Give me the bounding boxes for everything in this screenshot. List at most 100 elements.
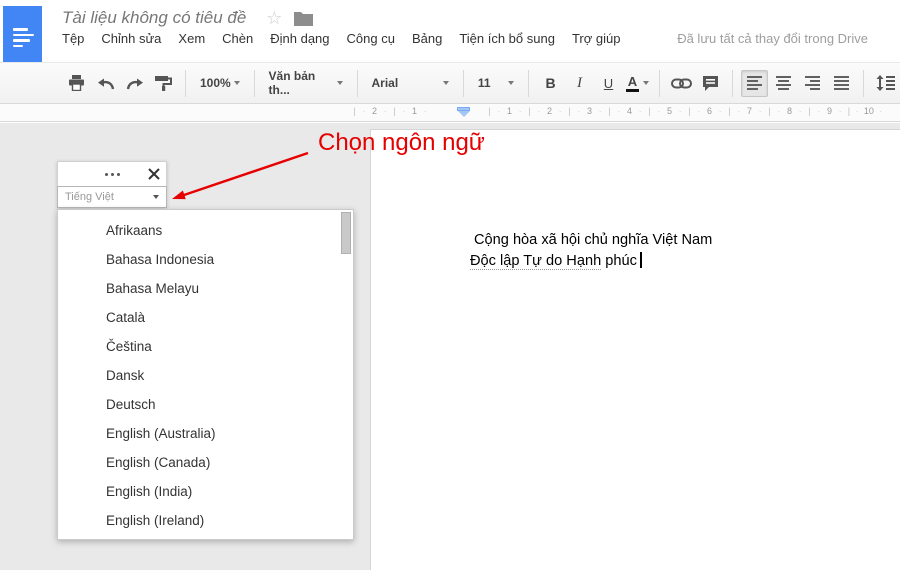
document-text[interactable]: Cộng hòa xã hội chủ nghĩa Việt Nam Độc l… (470, 230, 713, 272)
toolbar-separator (732, 69, 733, 97)
language-option[interactable]: Dansk (58, 361, 353, 390)
voice-typing-panel: Tiếng Việt (57, 161, 167, 208)
menu-item[interactable]: Tiện ích bổ sung (459, 31, 555, 46)
undo-button[interactable] (92, 70, 119, 97)
indent-marker[interactable] (457, 107, 470, 117)
menu-item[interactable]: Chèn (222, 31, 253, 46)
menu-item[interactable]: Trợ giúp (572, 31, 621, 46)
docs-logo-icon (13, 28, 34, 50)
insert-comment-button[interactable] (697, 70, 724, 97)
font-family-value: Arial (371, 76, 399, 90)
menu-item[interactable]: Tệp (62, 31, 84, 46)
text-line-1: Cộng hòa xã hội chủ nghĩa Việt Nam (474, 232, 713, 248)
language-option[interactable]: Deutsch (58, 390, 353, 419)
redo-button[interactable] (121, 70, 148, 97)
language-option[interactable]: English (Australia) (58, 419, 353, 448)
menu-item[interactable]: Xem (178, 31, 205, 46)
align-left-button[interactable] (741, 69, 768, 97)
toolbar-separator (528, 69, 529, 97)
justify-button[interactable] (828, 70, 855, 97)
chevron-down-icon (336, 81, 343, 85)
ruler-number: 2 (371, 106, 377, 116)
justify-icon (834, 76, 849, 90)
annotation-label: Chọn ngôn ngữ (318, 129, 485, 156)
star-icon[interactable]: ☆ (266, 9, 282, 27)
align-right-icon (805, 76, 820, 90)
line-spacing-icon (876, 75, 895, 91)
language-options: Afrikaans Bahasa Indonesia Bahasa Melayu Ca… (58, 216, 353, 535)
docs-logo[interactable] (3, 6, 42, 62)
document-title[interactable]: Tài liệu không có tiêu đề (62, 8, 246, 28)
link-icon (671, 78, 692, 89)
menu-item[interactable]: Chỉnh sửa (101, 31, 161, 46)
bold-icon: B (545, 75, 556, 91)
document-page[interactable]: Cộng hòa xã hội chủ nghĩa Việt Nam Độc l… (370, 129, 900, 570)
align-center-button[interactable] (770, 70, 797, 97)
menu-item[interactable]: Công cụ (347, 31, 395, 46)
text-line-2: Độc lập Tự do Hạnh phúc (470, 251, 712, 272)
text-color-button[interactable]: A (624, 70, 651, 97)
ruler-number: 7 (746, 106, 752, 116)
language-option[interactable]: Bahasa Indonesia (58, 245, 353, 274)
paragraph-style-select[interactable]: Văn bản th... (262, 69, 350, 97)
menu-item[interactable]: Định dạng (270, 31, 329, 46)
text-line-2-rest: phúc (601, 253, 637, 269)
ruler[interactable]: | · 2 · | · 1 · | · 1 · | · 2 · | · 3 · | · 4 · | · 5 · | · 6 · | · 7 · | · 8… (0, 104, 900, 122)
print-icon (68, 75, 85, 91)
ruler-segment: | · 4 · (608, 106, 642, 116)
language-option[interactable]: Català (58, 303, 353, 332)
language-option[interactable]: Čeština (58, 332, 353, 361)
italic-button[interactable]: I (566, 70, 593, 97)
language-option[interactable]: Bahasa Melayu (58, 274, 353, 303)
font-size-select[interactable]: 11 (471, 70, 521, 97)
zoom-select[interactable]: 100% (193, 70, 247, 97)
chevron-down-icon (643, 81, 649, 85)
language-option[interactable]: Afrikaans (58, 216, 353, 245)
language-dropdown[interactable]: Tiếng Việt (57, 186, 167, 208)
line-spacing-button[interactable] (872, 70, 899, 97)
ruler-segment: | · 1 · (393, 106, 427, 116)
ruler-segment: | · 6 · (688, 106, 722, 116)
underline-button[interactable]: U (595, 70, 622, 97)
align-right-button[interactable] (799, 70, 826, 97)
ruler-segment: | · 10 · (847, 106, 883, 116)
header-main: Tài liệu không có tiêu đề ☆ Tệp Chỉnh sửa… (0, 0, 900, 46)
redo-icon (126, 77, 144, 90)
menu-item[interactable]: Bảng (412, 31, 442, 46)
language-option[interactable]: English (India) (58, 477, 353, 506)
insert-link-button[interactable] (668, 70, 695, 97)
save-status[interactable]: Đã lưu tất cả thay đổi trong Drive (677, 31, 868, 46)
menu-row: Tệp Chỉnh sửa Xem Chèn Định dạng Công cụ Bảng T… (62, 31, 900, 46)
language-option[interactable]: English (Ireland) (58, 506, 353, 535)
text-cursor (639, 252, 642, 268)
toolbar-separator (253, 69, 255, 97)
font-family-select[interactable]: Arial (365, 70, 456, 97)
close-icon[interactable] (147, 167, 161, 181)
toolbar: 100% Văn bản th... Arial 11 B I U A (0, 62, 900, 104)
chevron-down-icon (233, 81, 240, 85)
italic-icon: I (577, 74, 582, 91)
ruler-number: 9 (826, 106, 832, 116)
print-button[interactable] (63, 70, 90, 97)
underline-icon: U (603, 75, 614, 91)
language-option[interactable]: English (Canada) (58, 448, 353, 477)
chevron-down-icon (442, 81, 449, 85)
ruler-number: 3 (586, 106, 592, 116)
ruler-number: 1 (506, 106, 512, 116)
chevron-down-icon (508, 81, 514, 85)
ruler-left-numbers: | · 2 · | · 1 · (350, 106, 430, 116)
ruler-segment: | · 3 · (568, 106, 602, 116)
toolbar-separator (863, 69, 864, 97)
paint-format-button[interactable] (150, 70, 177, 97)
scrollbar-thumb[interactable] (341, 212, 351, 254)
more-options-icon[interactable] (105, 173, 120, 176)
ruler-segment: | · 9 · (808, 106, 842, 116)
toolbar-separator (356, 69, 358, 97)
toolbar-separator (462, 69, 464, 97)
paint-roller-icon (155, 75, 172, 91)
ruler-number: 10 (863, 106, 874, 116)
folder-icon[interactable] (294, 11, 314, 26)
text-color-icon: A (626, 75, 639, 92)
title-row: Tài liệu không có tiêu đề ☆ (62, 0, 900, 28)
bold-button[interactable]: B (537, 70, 564, 97)
